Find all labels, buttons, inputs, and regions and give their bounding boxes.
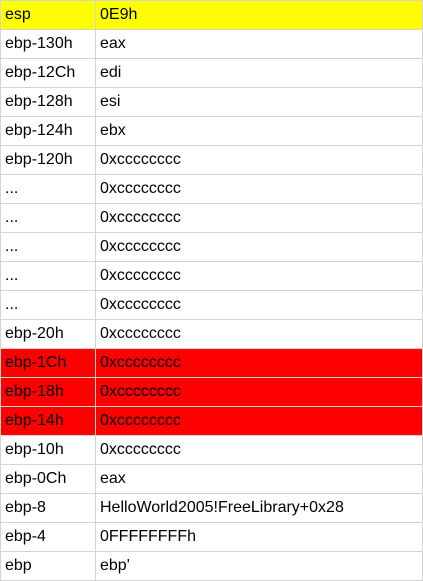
stack-slot-row[interactable]: ebp-20h 0xcccccccc xyxy=(0,319,423,349)
stack-value-cell[interactable]: ebp' xyxy=(95,551,423,581)
stack-value-cell[interactable]: eax xyxy=(95,464,423,494)
stack-value-cell[interactable]: edi xyxy=(95,58,423,88)
stack-value-cell[interactable]: 0xcccccccc xyxy=(95,261,423,291)
stack-value-cell[interactable]: 0xcccccccc xyxy=(95,232,423,262)
stack-value-cell[interactable]: eax xyxy=(95,29,423,59)
stack-value-cell[interactable]: 0xcccccccc xyxy=(95,203,423,233)
stack-value-cell[interactable]: 0xcccccccc xyxy=(95,435,423,465)
stack-value-cell[interactable]: 0xcccccccc xyxy=(95,348,423,378)
stack-address-cell[interactable]: ebp-0Ch xyxy=(0,464,96,494)
stack-address-cell[interactable]: ebp-8 xyxy=(0,493,96,523)
stack-address-cell[interactable]: ebp-128h xyxy=(0,87,96,117)
stack-slot-row[interactable]: ... 0xcccccccc xyxy=(0,290,423,320)
stack-address-cell[interactable]: ... xyxy=(0,261,96,291)
stack-address-cell[interactable]: ebp-4 xyxy=(0,522,96,552)
stack-slot-row[interactable]: ebp-8 HelloWorld2005!FreeLibrary+0x28 xyxy=(0,493,423,523)
stack-value-cell[interactable]: 0xcccccccc xyxy=(95,290,423,320)
stack-address-cell[interactable]: ebp-10h xyxy=(0,435,96,465)
stack-slot-row[interactable]: ebp-4 0FFFFFFFFh xyxy=(0,522,423,552)
stack-slot-row[interactable]: ebp ebp' xyxy=(0,551,423,581)
stack-address-cell[interactable]: ebp-1Ch xyxy=(0,348,96,378)
stack-address-cell[interactable]: ebp-14h xyxy=(0,406,96,436)
stack-address-cell[interactable]: ... xyxy=(0,174,96,204)
stack-slot-row[interactable]: ... 0xcccccccc xyxy=(0,203,423,233)
stack-slot-row[interactable]: ebp-18h 0xcccccccc xyxy=(0,377,423,407)
stack-address-cell[interactable]: ... xyxy=(0,290,96,320)
stack-address-cell[interactable]: esp xyxy=(0,0,96,30)
stack-address-cell[interactable]: ... xyxy=(0,232,96,262)
stack-value-cell[interactable]: HelloWorld2005!FreeLibrary+0x28 xyxy=(95,493,423,523)
stack-slot-row[interactable]: ebp-10h 0xcccccccc xyxy=(0,435,423,465)
stack-address-cell[interactable]: ebp-20h xyxy=(0,319,96,349)
stack-slot-row[interactable]: ebp-1Ch 0xcccccccc xyxy=(0,348,423,378)
stack-value-cell[interactable]: 0xcccccccc xyxy=(95,377,423,407)
stack-slot-row[interactable]: ... 0xcccccccc xyxy=(0,261,423,291)
stack-frame-table: esp 0E9h ebp-130h eax ebp-12Ch edi ebp-128h esi… xyxy=(0,0,423,581)
stack-slot-row[interactable]: ebp-0Ch eax xyxy=(0,464,423,494)
stack-address-cell[interactable]: ebp-130h xyxy=(0,29,96,59)
stack-slot-row[interactable]: esp 0E9h xyxy=(0,0,423,30)
stack-slot-row[interactable]: ebp-14h 0xcccccccc xyxy=(0,406,423,436)
stack-address-cell[interactable]: ebp-124h xyxy=(0,116,96,146)
stack-address-cell[interactable]: ebp-120h xyxy=(0,145,96,175)
stack-slot-row[interactable]: ebp-120h 0xcccccccc xyxy=(0,145,423,175)
stack-slot-row[interactable]: ... 0xcccccccc xyxy=(0,174,423,204)
stack-address-cell[interactable]: ebp-12Ch xyxy=(0,58,96,88)
stack-value-cell[interactable]: ebx xyxy=(95,116,423,146)
stack-value-cell[interactable]: esi xyxy=(95,87,423,117)
stack-value-cell[interactable]: 0xcccccccc xyxy=(95,145,423,175)
stack-frame-body: esp 0E9h ebp-130h eax ebp-12Ch edi ebp-128h esi… xyxy=(0,0,423,581)
stack-value-cell[interactable]: 0xcccccccc xyxy=(95,174,423,204)
stack-slot-row[interactable]: ... 0xcccccccc xyxy=(0,232,423,262)
stack-value-cell[interactable]: 0xcccccccc xyxy=(95,319,423,349)
stack-slot-row[interactable]: ebp-130h eax xyxy=(0,29,423,59)
stack-slot-row[interactable]: ebp-124h ebx xyxy=(0,116,423,146)
stack-value-cell[interactable]: 0FFFFFFFFh xyxy=(95,522,423,552)
stack-address-cell[interactable]: ... xyxy=(0,203,96,233)
stack-value-cell[interactable]: 0E9h xyxy=(95,0,423,30)
stack-slot-row[interactable]: ebp-128h esi xyxy=(0,87,423,117)
stack-value-cell[interactable]: 0xcccccccc xyxy=(95,406,423,436)
stack-address-cell[interactable]: ebp xyxy=(0,551,96,581)
stack-address-cell[interactable]: ebp-18h xyxy=(0,377,96,407)
stack-slot-row[interactable]: ebp-12Ch edi xyxy=(0,58,423,88)
